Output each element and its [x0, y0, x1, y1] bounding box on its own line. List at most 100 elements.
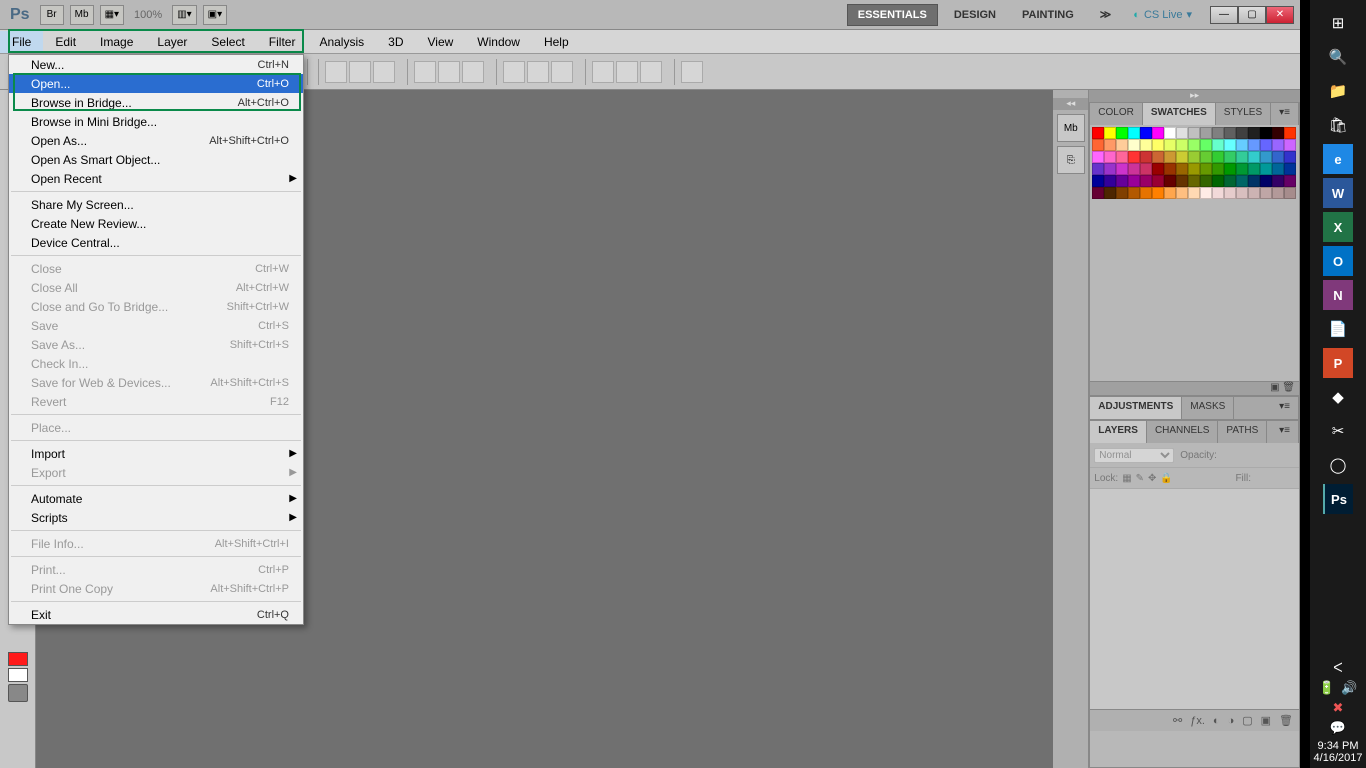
- quickmask-icon[interactable]: [8, 684, 28, 702]
- swatch[interactable]: [1164, 163, 1176, 175]
- menu-item-open-as-smart-object[interactable]: Open As Smart Object...: [9, 150, 303, 169]
- menu-item-browse-in-bridge[interactable]: Browse in Bridge...Alt+Ctrl+O: [9, 93, 303, 112]
- tab-styles[interactable]: STYLES: [1216, 103, 1271, 125]
- panel-menu-icon[interactable]: ▾≡: [1271, 397, 1299, 419]
- minibridge-button[interactable]: Mb: [70, 5, 94, 25]
- swatch[interactable]: [1284, 187, 1296, 199]
- swatch[interactable]: [1248, 139, 1260, 151]
- swatch[interactable]: [1104, 127, 1116, 139]
- swatch[interactable]: [1152, 163, 1164, 175]
- swatch[interactable]: [1116, 139, 1128, 151]
- dist-top-icon[interactable]: [503, 61, 525, 83]
- swatch[interactable]: [1212, 151, 1224, 163]
- swatch[interactable]: [1248, 175, 1260, 187]
- menu-analysis[interactable]: Analysis: [307, 31, 376, 53]
- cortana-icon[interactable]: ◯: [1323, 450, 1353, 480]
- swatch[interactable]: [1272, 175, 1284, 187]
- swatch[interactable]: [1176, 175, 1188, 187]
- align-left-icon[interactable]: [325, 61, 347, 83]
- swatch[interactable]: [1272, 139, 1284, 151]
- auto-align-icon[interactable]: [681, 61, 703, 83]
- swatch[interactable]: [1200, 163, 1212, 175]
- onenote-icon[interactable]: N: [1323, 280, 1353, 310]
- settings-icon[interactable]: ◆: [1323, 382, 1353, 412]
- menu-item-open-recent[interactable]: Open Recent▶: [9, 169, 303, 188]
- swatch[interactable]: [1272, 151, 1284, 163]
- swatch[interactable]: [1272, 187, 1284, 199]
- swatch[interactable]: [1116, 163, 1128, 175]
- swatch[interactable]: [1260, 139, 1272, 151]
- swatch[interactable]: [1092, 175, 1104, 187]
- menu-filter[interactable]: Filter: [257, 31, 308, 53]
- background-chip[interactable]: [8, 668, 28, 682]
- swatch[interactable]: [1176, 127, 1188, 139]
- swatch[interactable]: [1236, 175, 1248, 187]
- swatch[interactable]: [1188, 139, 1200, 151]
- lock-all-icon[interactable]: 🔒: [1160, 473, 1172, 484]
- align-top-icon[interactable]: [414, 61, 436, 83]
- menu-view[interactable]: View: [415, 31, 465, 53]
- swatch[interactable]: [1272, 127, 1284, 139]
- swatch[interactable]: [1152, 127, 1164, 139]
- screen-mode-button[interactable]: ▦▾: [100, 5, 124, 25]
- dist-right-icon[interactable]: [640, 61, 662, 83]
- menu-item-exit[interactable]: ExitCtrl+Q: [9, 605, 303, 624]
- swatch[interactable]: [1260, 175, 1272, 187]
- notepad-icon[interactable]: 📄: [1323, 314, 1353, 344]
- swatch[interactable]: [1140, 139, 1152, 151]
- menu-select[interactable]: Select: [199, 31, 256, 53]
- swatch[interactable]: [1224, 175, 1236, 187]
- minibridge-panel-icon[interactable]: Mb: [1057, 114, 1085, 142]
- adjustment-icon[interactable]: ◑: [1228, 715, 1235, 727]
- swatch[interactable]: [1140, 151, 1152, 163]
- tab-swatches[interactable]: SWATCHES: [1143, 103, 1216, 125]
- tray-expand-icon[interactable]: ᐸ: [1333, 660, 1342, 676]
- menu-item-automate[interactable]: Automate▶: [9, 489, 303, 508]
- word-icon[interactable]: W: [1323, 178, 1353, 208]
- swatch[interactable]: [1236, 127, 1248, 139]
- layers-list[interactable]: [1090, 489, 1299, 709]
- swatch[interactable]: [1164, 187, 1176, 199]
- swatch[interactable]: [1116, 187, 1128, 199]
- swatch[interactable]: [1092, 163, 1104, 175]
- action-center-icon[interactable]: 💬: [1330, 720, 1346, 736]
- workspace-essentials[interactable]: ESSENTIALS: [847, 4, 938, 26]
- swatch[interactable]: [1224, 139, 1236, 151]
- new-swatch-icon[interactable]: ▣: [1270, 382, 1279, 395]
- search-icon[interactable]: 🔍: [1323, 42, 1353, 72]
- swatch[interactable]: [1284, 151, 1296, 163]
- menu-3d[interactable]: 3D: [376, 31, 415, 53]
- swatch[interactable]: [1128, 163, 1140, 175]
- lock-position-icon[interactable]: ✥: [1148, 473, 1156, 484]
- dist-left-icon[interactable]: [592, 61, 614, 83]
- swatch[interactable]: [1152, 187, 1164, 199]
- blend-mode-select[interactable]: Normal: [1094, 448, 1174, 463]
- history-panel-icon[interactable]: ⎘: [1057, 146, 1085, 174]
- swatch[interactable]: [1272, 163, 1284, 175]
- swatch[interactable]: [1200, 151, 1212, 163]
- swatch[interactable]: [1128, 151, 1140, 163]
- minimize-button[interactable]: —: [1210, 6, 1238, 24]
- swatch[interactable]: [1224, 151, 1236, 163]
- swatch[interactable]: [1164, 151, 1176, 163]
- swatch[interactable]: [1140, 175, 1152, 187]
- tab-channels[interactable]: CHANNELS: [1147, 421, 1218, 443]
- maximize-button[interactable]: ▢: [1238, 6, 1266, 24]
- swatch[interactable]: [1116, 127, 1128, 139]
- swatch[interactable]: [1092, 139, 1104, 151]
- panel-menu-icon[interactable]: ▾≡: [1271, 421, 1299, 443]
- foreground-chip[interactable]: [8, 652, 28, 666]
- battery-icon[interactable]: 🔋: [1319, 680, 1335, 696]
- tab-layers[interactable]: LAYERS: [1090, 421, 1147, 443]
- network-icon[interactable]: ✖: [1333, 700, 1344, 716]
- swatch[interactable]: [1104, 187, 1116, 199]
- align-hcenter-icon[interactable]: [349, 61, 371, 83]
- swatch[interactable]: [1212, 163, 1224, 175]
- mask-icon[interactable]: ◐: [1213, 715, 1220, 727]
- arrange-button[interactable]: ▥▾: [172, 5, 196, 25]
- swatch[interactable]: [1104, 163, 1116, 175]
- swatch[interactable]: [1248, 187, 1260, 199]
- delete-swatch-icon[interactable]: 🗑: [1282, 382, 1295, 395]
- swatch[interactable]: [1200, 187, 1212, 199]
- tab-paths[interactable]: PATHS: [1218, 421, 1267, 443]
